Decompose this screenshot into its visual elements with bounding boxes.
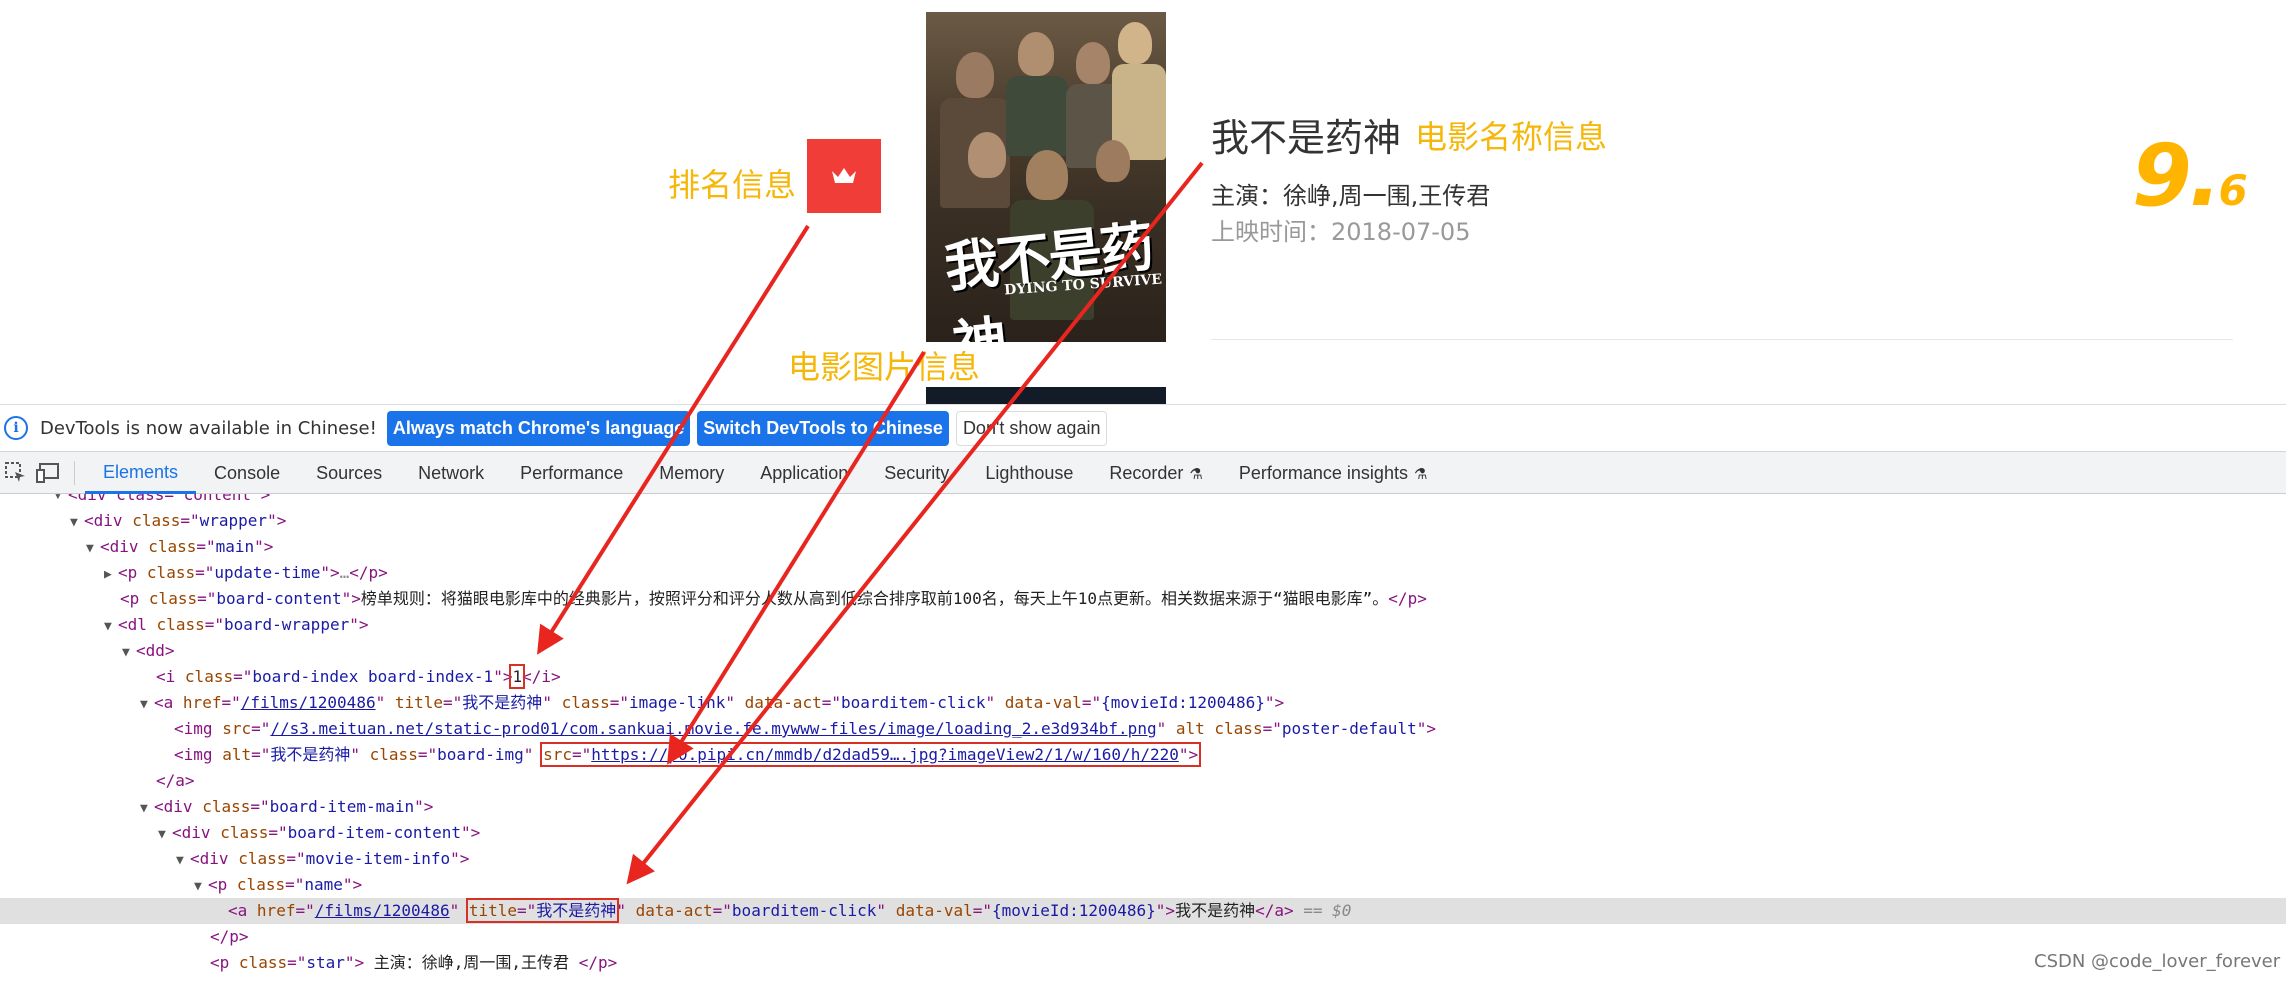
tab-elements[interactable]: Elements (85, 452, 197, 494)
tab-sources[interactable]: Sources (298, 452, 400, 494)
inspect-element-icon[interactable] (4, 461, 28, 485)
poster-title: 我不是药神 (941, 214, 1156, 342)
web-page-viewport: 我不是药神 DYING TO SURVIVE 排名信息 我不是药神 电影名称信息… (0, 0, 2286, 404)
tab-console[interactable]: Console (196, 452, 298, 494)
annotation-image-info: 电影图片信息 (788, 348, 981, 386)
devtools-tabbar: Elements Console Sources Network Perform… (0, 452, 2286, 494)
dont-show-again-button[interactable]: Don't show again (955, 410, 1108, 446)
tab-lighthouse[interactable]: Lighthouse (967, 452, 1091, 494)
devtools-language-notice: i DevTools is now available in Chinese! … (0, 404, 2286, 452)
movie-title-link[interactable]: 我不是药神 (1211, 107, 1401, 162)
always-match-language-button[interactable]: Always match Chrome's language (386, 410, 691, 446)
switch-to-chinese-button[interactable]: Switch DevTools to Chinese (697, 410, 949, 446)
dom-node[interactable]: <img src="//s3.meituan.net/static-prod01… (0, 716, 2286, 742)
tab-application[interactable]: Application (742, 452, 866, 494)
item-divider (1211, 339, 2233, 340)
dom-node[interactable]: ▼ <div class="main"> (0, 534, 2286, 560)
tab-network[interactable]: Network (400, 452, 502, 494)
movie-poster[interactable]: 我不是药神 DYING TO SURVIVE (926, 12, 1166, 342)
tab-security[interactable]: Security (866, 452, 967, 494)
dom-node[interactable]: ▼ <div class="board-item-main"> (0, 794, 2286, 820)
dom-node[interactable]: <p class="star"> 主演：徐峥,周一围,王传君 </p> (0, 950, 2286, 976)
rank-badge (807, 139, 881, 213)
dom-node[interactable]: </a> (0, 768, 2286, 794)
info-icon: i (4, 416, 28, 440)
rank-value-highlight: 1 (509, 664, 525, 689)
movie-score: 9.6 (2132, 126, 2248, 226)
tab-separator (74, 460, 75, 485)
score-fraction: 6 (2218, 166, 2248, 215)
dom-node-selected[interactable]: <a href="/films/1200486" title="我不是药神" d… (0, 898, 2286, 924)
device-toolbar-icon[interactable] (36, 461, 60, 485)
dom-node[interactable]: ▼ <div class="board-item-content"> (0, 820, 2286, 846)
movie-stars: 主演：徐峥,周一围,王传君 (1211, 182, 1491, 210)
dom-node[interactable]: ▼ <dd> (0, 638, 2286, 664)
score-integer: 9. (2132, 126, 2221, 226)
elements-dom-tree: ▾ <div class="content"> ▼ <div class="wrap… (0, 494, 2286, 981)
dom-node[interactable]: ▼ <div class="wrapper"> (0, 508, 2286, 534)
annotation-rank-info: 排名信息 (668, 166, 797, 204)
watermark: CSDN @code_lover_forever (2034, 951, 2281, 972)
dom-node[interactable]: ▼ <a href="/films/1200486" title="我不是药神" … (0, 690, 2286, 716)
dom-node-board-img[interactable]: <img alt="我不是药神" class="board-img" src="… (0, 742, 2286, 768)
annotation-name-info: 电影名称信息 (1415, 118, 1608, 156)
dom-node[interactable]: <p class="board-content">榜单规则：将猫眼电影库中的经典… (0, 586, 2286, 612)
flask-icon: ⚗ (1413, 465, 1428, 483)
tab-recorder[interactable]: Recorder ⚗ (1091, 452, 1220, 494)
dom-node[interactable]: ▼ <p class="name"> (0, 872, 2286, 898)
next-movie-poster[interactable] (926, 387, 1166, 404)
dom-node[interactable]: ▾ <div class="content"> (0, 494, 2286, 508)
tab-performance-insights-label: Performance insights (1238, 462, 1408, 483)
dom-node[interactable]: ▼ <dl class="board-wrapper"> (0, 612, 2286, 638)
tab-recorder-label: Recorder (1109, 462, 1184, 483)
dom-node[interactable]: </p> (0, 924, 2286, 950)
title-attr-highlight: title="我不是药神 (465, 898, 620, 923)
tab-performance[interactable]: Performance (502, 452, 641, 494)
img-src-highlight: src="https://p0.pipi.cn/mmdb/d2dad59….jp… (540, 742, 1202, 767)
tab-performance-insights[interactable]: Performance insights ⚗ (1221, 452, 1446, 494)
dom-node-text: <div class="content"> (68, 494, 271, 504)
dom-node[interactable]: ▶ <p class="update-time">…</p> (0, 560, 2286, 586)
flask-icon: ⚗ (1189, 465, 1203, 483)
movie-release-time: 上映时间：2018-07-05 (1211, 218, 1471, 246)
crown-icon (832, 168, 856, 183)
tab-memory[interactable]: Memory (641, 452, 742, 494)
collapsed-ellipsis: … (339, 563, 350, 582)
notice-text: DevTools is now available in Chinese! (40, 417, 377, 439)
screen: 我不是药神 DYING TO SURVIVE 排名信息 我不是药神 电影名称信息… (0, 0, 2286, 981)
dom-node-board-index[interactable]: <i class="board-index board-index-1">1</… (0, 664, 2286, 690)
dom-node[interactable]: ▼ <div class="movie-item-info"> (0, 846, 2286, 872)
